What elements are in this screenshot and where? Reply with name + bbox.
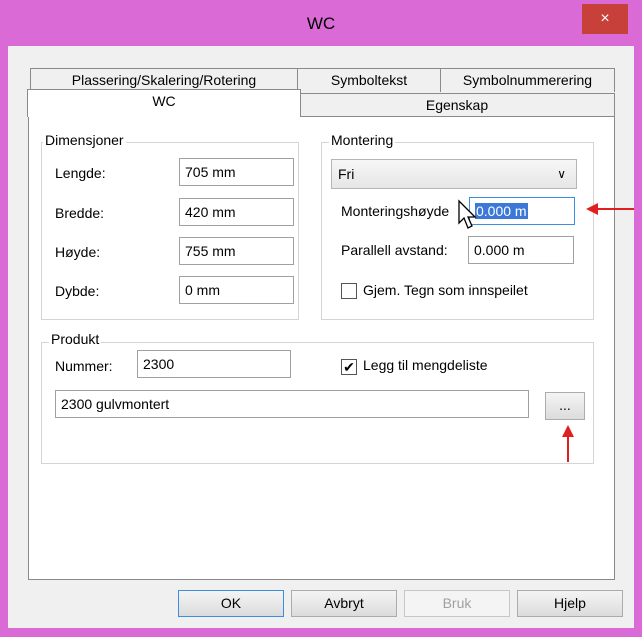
- parallell-avstand-field[interactable]: 0.000 m: [468, 236, 574, 264]
- tab-symboltekst[interactable]: Symboltekst: [297, 68, 441, 92]
- mouse-cursor-icon: [458, 199, 477, 229]
- window-title: WC: [306, 14, 336, 33]
- mengdeliste-checkbox[interactable]: ✔: [341, 359, 357, 375]
- lengde-field[interactable]: 705 mm: [179, 158, 294, 186]
- parallell-avstand-label: Parallell avstand:: [341, 242, 448, 258]
- dialog-window: WC × Plassering/Skalering/Rotering Symbo…: [0, 0, 642, 637]
- bredde-label: Bredde:: [55, 205, 105, 221]
- monteringshoyde-label: Monteringshøyde: [341, 203, 450, 219]
- dimensjoner-title: Dimensjoner: [43, 132, 126, 148]
- nummer-field[interactable]: 2300: [137, 350, 291, 378]
- lengde-label: Lengde:: [55, 165, 106, 181]
- tab-wc[interactable]: WC: [27, 89, 301, 117]
- tab-egenskap[interactable]: Egenskap: [299, 93, 615, 117]
- gjem-checkbox[interactable]: [341, 283, 357, 299]
- ok-button[interactable]: OK: [178, 590, 284, 617]
- tab-panel-wc: Dimensjoner Lengde: 705 mm Bredde: 420 m…: [28, 116, 615, 580]
- close-icon[interactable]: ×: [582, 4, 628, 34]
- hoyde-field[interactable]: 755 mm: [179, 237, 294, 265]
- hoyde-label: Høyde:: [55, 244, 101, 260]
- checkmark-icon: ✔: [343, 359, 355, 375]
- annotation-arrow-up-icon: [562, 425, 574, 462]
- annotation-arrow-left-icon: [586, 203, 634, 215]
- apply-button: Bruk: [404, 590, 510, 617]
- cancel-button[interactable]: Avbryt: [291, 590, 397, 617]
- tab-symbolnummerering[interactable]: Symbolnummerering: [440, 68, 615, 92]
- title-bar: WC ×: [0, 0, 642, 46]
- montering-type-value: Fri: [338, 166, 355, 182]
- nummer-label: Nummer:: [55, 358, 113, 374]
- bredde-field[interactable]: 420 mm: [179, 198, 294, 226]
- dybde-label: Dybde:: [55, 283, 100, 299]
- monteringshoyde-value: 0.000 m: [475, 203, 528, 219]
- chevron-down-icon: ∨: [557, 167, 566, 181]
- monteringshoyde-field[interactable]: 0.000 m: [469, 197, 575, 225]
- montering-type-select[interactable]: Fri ∨: [331, 159, 577, 189]
- help-button[interactable]: Hjelp: [517, 590, 623, 617]
- produkt-title: Produkt: [49, 331, 102, 347]
- dybde-field[interactable]: 0 mm: [179, 276, 294, 304]
- beskrivelse-field[interactable]: 2300 gulvmontert: [55, 390, 529, 418]
- gjem-label: Gjem. Tegn som innspeilet: [363, 282, 528, 298]
- mengdeliste-label: Legg til mengdeliste: [363, 357, 488, 373]
- browse-button[interactable]: ...: [545, 392, 585, 420]
- montering-title: Montering: [329, 132, 396, 148]
